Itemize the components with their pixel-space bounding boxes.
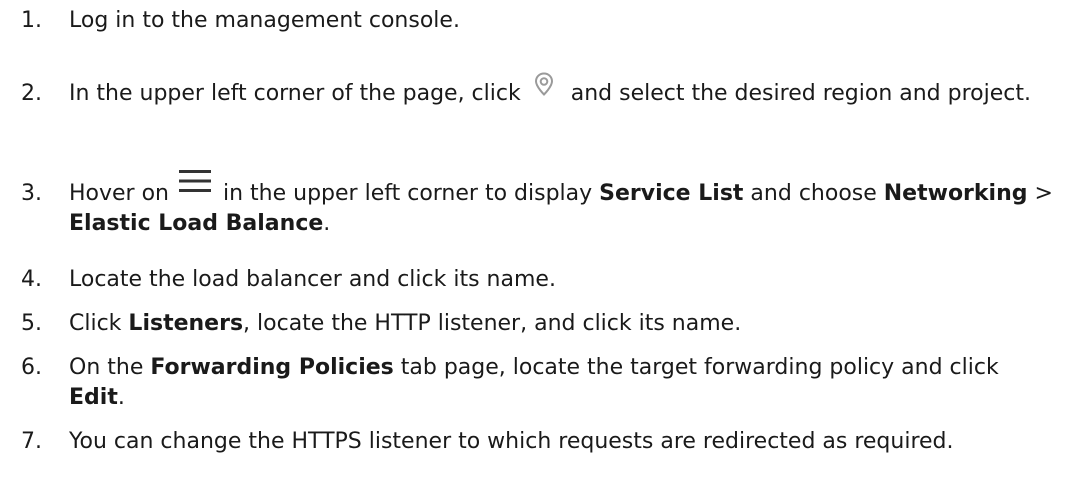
step-text: On the Forwarding Policies tab page, loc… — [69, 355, 999, 410]
step-text: Log in to the management console. — [69, 8, 460, 33]
step-number: 4. — [21, 267, 42, 292]
step-text: Locate the load balancer and click its n… — [69, 267, 556, 292]
step-number: 7. — [21, 429, 42, 454]
step-text: In the upper left corner of the page, cl… — [69, 72, 1059, 109]
location-pin-icon — [534, 72, 553, 96]
step-text: Click Listeners, locate the HTTP listene… — [69, 311, 742, 336]
step-number: 1. — [21, 8, 42, 33]
step-number: 3. — [21, 181, 42, 206]
step-number: 5. — [21, 311, 42, 336]
step-number: 2. — [21, 81, 42, 106]
step-number: 6. — [21, 355, 42, 380]
procedure-steps: 1. Log in to the management console. 2. … — [0, 0, 1075, 488]
hamburger-menu-icon — [179, 170, 211, 192]
step-text: You can change the HTTPS listener to whi… — [69, 429, 954, 454]
step-text: Hover on in the upper left corner to dis… — [69, 170, 1059, 239]
